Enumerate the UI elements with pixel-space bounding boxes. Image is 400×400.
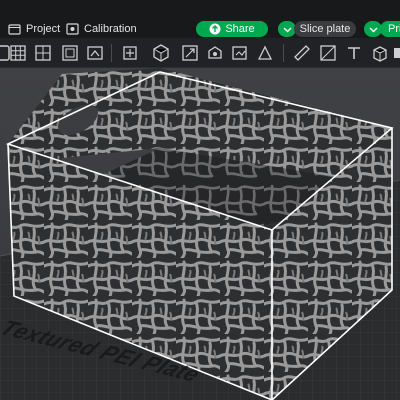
share-button[interactable]: Share xyxy=(196,21,268,37)
slice-plate-button[interactable]: Slice plate xyxy=(294,21,356,37)
grid-icon[interactable] xyxy=(8,43,28,63)
text-icon[interactable] xyxy=(344,43,364,63)
cube-view-icon[interactable] xyxy=(370,43,390,63)
calibration-tab[interactable]: Calibration xyxy=(66,21,137,37)
assembly-icon[interactable] xyxy=(318,43,338,63)
move-icon[interactable] xyxy=(120,43,140,63)
3d-viewport[interactable]: 1 Textured PEI Plate xyxy=(0,68,400,400)
print-plate-button[interactable]: Pri xyxy=(380,21,400,37)
toolbar-divider xyxy=(283,44,284,62)
rotate-icon[interactable] xyxy=(180,43,200,63)
calibration-icon xyxy=(66,23,79,35)
project-icon xyxy=(8,23,21,35)
fill-cube-icon[interactable] xyxy=(392,43,400,63)
chevron-down-icon xyxy=(368,20,378,38)
slice-plate-label: Slice plate xyxy=(299,23,351,35)
measure-icon[interactable] xyxy=(292,43,312,63)
arrange-icon[interactable] xyxy=(33,43,53,63)
cut-icon[interactable] xyxy=(205,43,225,63)
tool-bar xyxy=(0,38,400,68)
scale-icon[interactable] xyxy=(151,43,171,63)
plate-icon[interactable] xyxy=(60,43,80,63)
orient-icon[interactable] xyxy=(85,43,105,63)
top-bar: Project Calibration Share Slice plate Pr xyxy=(0,0,400,38)
calibration-tab-label: Calibration xyxy=(84,23,137,35)
upload-icon xyxy=(209,23,221,35)
paint-icon[interactable] xyxy=(230,43,250,63)
project-tab-label: Project xyxy=(26,23,61,35)
chevron-down-icon xyxy=(282,20,292,38)
share-button-label: Share xyxy=(225,23,255,35)
project-tab[interactable]: Project xyxy=(8,21,60,37)
toolbar-divider xyxy=(111,44,112,62)
slicer-window: Project Calibration Share Slice plate Pr… xyxy=(0,0,400,400)
seam-icon[interactable] xyxy=(255,43,275,63)
print-plate-label: Pri xyxy=(388,23,400,35)
